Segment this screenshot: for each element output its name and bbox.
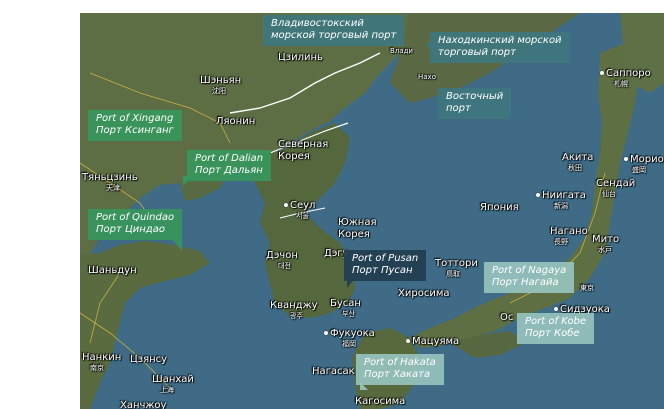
label-seoul-cn: 서울 [296, 212, 309, 220]
label-seoul: Сеул [284, 201, 315, 211]
callout-quindao-line1: Port of Quindao [96, 212, 175, 223]
label-nagano-cn: 長野 [554, 238, 568, 246]
label-sapporo: Саппоро [600, 69, 651, 79]
label-busan: Бусан [330, 298, 361, 309]
callout-nakhodka-port[interactable]: Находкинский морской торговый порт [430, 32, 570, 63]
callout-kobe-port[interactable]: Port of Kobe Порт Кобе [517, 313, 594, 344]
callout-quindao-port[interactable]: Port of Quindao Порт Циндао [88, 209, 183, 240]
callout-pusan-line2: Порт Пусан [352, 265, 413, 276]
label-japan: Япония [480, 202, 519, 213]
callout-xingang-line2: Порт Ксинганг [96, 125, 174, 136]
callout-kobe-line2: Порт Кобе [525, 328, 580, 339]
label-nagano: Нагано [550, 226, 588, 237]
label-kwangju-cn: 광주 [290, 312, 303, 320]
label-osaka: Ос [500, 312, 514, 323]
label-niigata: Ниигата [536, 191, 586, 201]
label-nankin-cn: 南京 [90, 364, 104, 372]
label-hiroshima: Хиросима [398, 288, 450, 299]
callout-nagaya-port[interactable]: Port of Nagaya Порт Нагайа [484, 262, 575, 293]
label-hanchzhou: Ханчжоу [120, 400, 167, 409]
callout-hakata-port[interactable]: Port of Hakata Порт Хаката [356, 354, 444, 385]
label-akita-cn: 秋田 [568, 164, 582, 172]
label-tokyo-cn: 東京 [580, 284, 594, 292]
label-matsuyama: Мацуяма [406, 337, 459, 347]
label-shanhai: Шанхай [152, 374, 194, 385]
callout-vostochny-port[interactable]: Восточный порт [438, 88, 512, 119]
label-sendai: Сендай [596, 178, 636, 189]
callout-vladivostok-line2: морской торговый порт [271, 30, 397, 41]
label-tyantszin: Тяньцзинь [82, 172, 138, 183]
callout-pusan-port[interactable]: Port of Pusan Порт Пусан [344, 250, 427, 281]
callout-tail [347, 278, 355, 288]
callout-nakhodka-line2: торговый порт [438, 47, 516, 58]
callout-hakata-line1: Port of Hakata [364, 357, 436, 368]
callout-pusan-line1: Port of Pusan [352, 253, 419, 264]
label-morioka-cn: 盛岡 [632, 166, 646, 174]
callout-tail [426, 43, 438, 53]
label-south-korea: Южная Корея [338, 217, 377, 240]
callout-quindao-line2: Порт Циндао [96, 224, 165, 235]
label-lyaonin: Ляонин [216, 116, 256, 127]
label-morioka: Морио [624, 155, 664, 165]
callout-kobe-line1: Port of Kobe [525, 316, 586, 327]
label-tyantszin-cn: 天津 [106, 184, 120, 192]
callout-nagaya-line1: Port of Nagaya [492, 265, 567, 276]
callout-xingang-line1: Port of Xingang [96, 113, 174, 124]
label-tottori-cn: 鳥取 [446, 270, 460, 278]
label-tszilin: Цзилинь [278, 52, 323, 63]
label-fukuoka: Фукуока [324, 329, 375, 339]
callout-vostochny-line1: Восточный [446, 91, 504, 102]
callout-tail [183, 176, 193, 186]
callout-vladivostok-line1: Владивостокский [271, 18, 364, 29]
label-tszyanksu: Цзянсу [130, 354, 168, 365]
callout-tail [172, 239, 182, 251]
label-nagasaki: Нагасак [312, 366, 355, 377]
label-nakhodka-small: Нахо [418, 73, 436, 81]
callout-tail [360, 382, 368, 390]
label-nankin: Нанкин [82, 352, 122, 363]
callout-nagaya-line2: Порт Нагайа [492, 277, 559, 288]
label-niigata-cn: 新潟 [554, 202, 568, 210]
label-fukuoka-cn: 福岡 [342, 340, 356, 348]
callout-nakhodka-line1: Находкинский морской [438, 35, 562, 46]
label-shandun: Шаньдун [88, 265, 137, 276]
label-shenyang: Шэньян [200, 75, 242, 86]
callout-vostochny-line2: порт [446, 103, 471, 114]
label-tottori: Тоттори [435, 258, 478, 269]
label-mito-cn: 水戸 [598, 246, 612, 254]
callout-dalian-line1: Port of Dalian [195, 153, 264, 164]
callout-dalian-line2: Порт Дальян [195, 165, 263, 176]
label-shenyang-cn: 沈阳 [212, 87, 226, 95]
label-daechon-cn: 대전 [278, 262, 291, 270]
label-kagoshima: Кагосима [355, 396, 406, 407]
label-north-korea: Северная Корея [278, 139, 329, 162]
label-shanhai-cn: 上海 [160, 386, 174, 394]
callout-xingang-port[interactable]: Port of Xingang Порт Ксинганг [88, 110, 182, 141]
label-akita: Акита [562, 152, 594, 163]
label-kwangju: Кванджу [270, 300, 318, 311]
label-mito: Мито [592, 234, 620, 245]
label-vladivostok-small: Влади [390, 47, 413, 55]
callout-dalian-port[interactable]: Port of Dalian Порт Дальян [187, 150, 272, 181]
callout-vladivostok-port[interactable]: Владивостокский морской торговый порт [263, 15, 405, 46]
callout-hakata-line2: Порт Хаката [364, 369, 431, 380]
label-sapporo-cn: 札幌 [614, 80, 628, 88]
satellite-map[interactable]: Шэньян 沈阳 Цзилинь Ляонин Тяньцзинь 天津 Ша… [80, 13, 664, 409]
label-busan-cn: 부산 [342, 310, 355, 318]
label-daechon: Дэчон [266, 250, 298, 261]
label-sendai-cn: 仙台 [602, 190, 616, 198]
